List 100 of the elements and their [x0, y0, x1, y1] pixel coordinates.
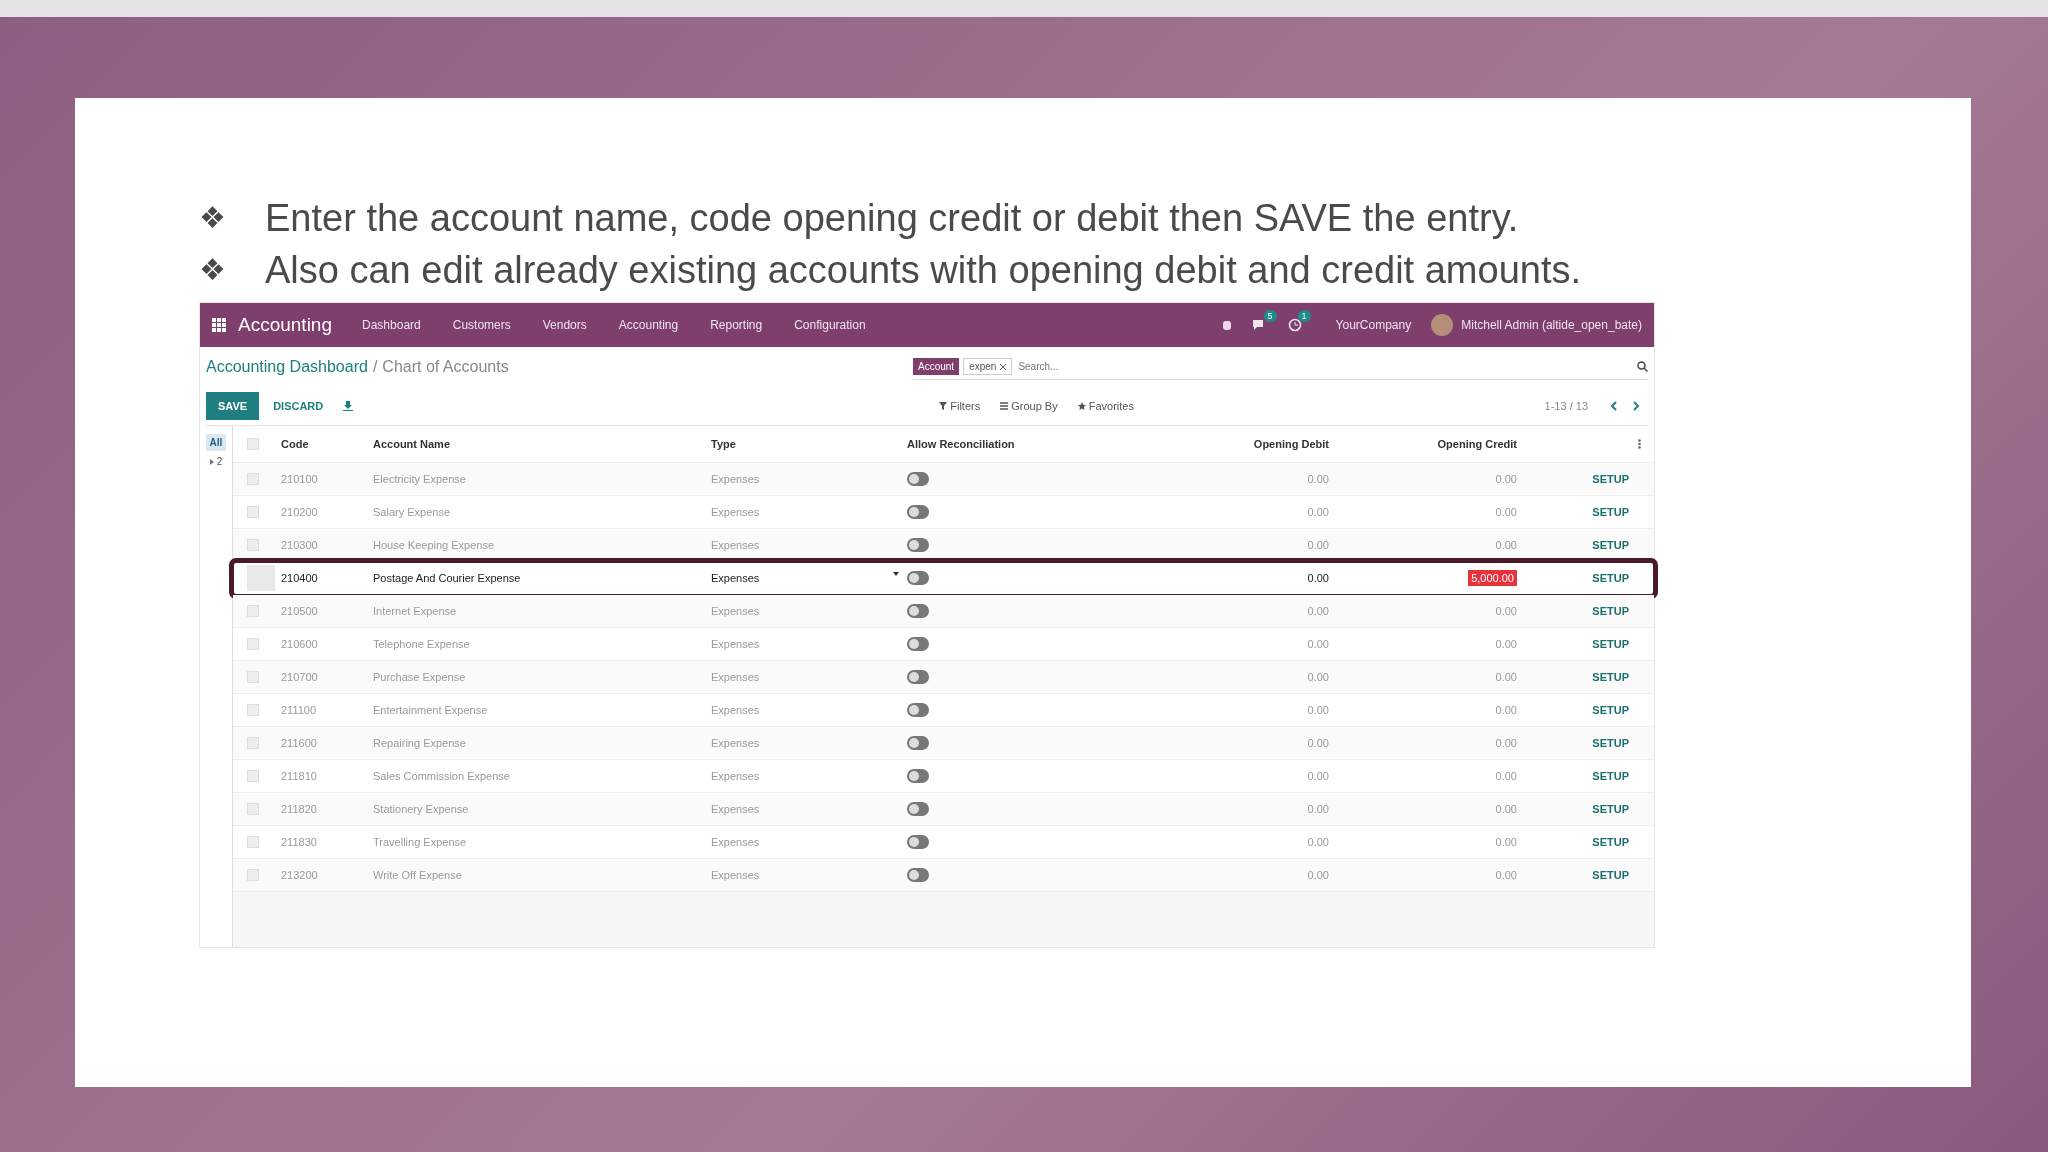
- debit-cell-text: 0.00: [1306, 572, 1329, 584]
- row-checkbox[interactable]: [247, 605, 259, 617]
- column-header[interactable]: Opening Credit: [1329, 438, 1517, 450]
- app-name[interactable]: Accounting: [238, 314, 332, 336]
- reconciliation-toggle[interactable]: [907, 703, 929, 717]
- table-row[interactable]: 211820 Stationery Expense Expenses 0.00 0.00 SETUP: [233, 793, 1654, 826]
- setup-button[interactable]: SETUP: [1592, 803, 1629, 815]
- setup-button[interactable]: SETUP: [1592, 737, 1629, 749]
- credit-cell: 0.00: [1495, 506, 1517, 518]
- setup-button[interactable]: SETUP: [1592, 539, 1629, 551]
- setup-button[interactable]: SETUP: [1592, 869, 1629, 881]
- reconciliation-toggle[interactable]: [907, 736, 929, 750]
- reconciliation-toggle[interactable]: [907, 571, 929, 585]
- credit-cell: 0.00: [1495, 671, 1517, 683]
- credit-cell: 0.00: [1495, 539, 1517, 551]
- setup-button[interactable]: SETUP: [1592, 605, 1629, 617]
- reconciliation-toggle[interactable]: [907, 802, 929, 816]
- row-checkbox[interactable]: [247, 836, 259, 848]
- column-header[interactable]: Opening Debit: [1207, 438, 1329, 450]
- clock-icon[interactable]: [1287, 318, 1302, 332]
- row-checkbox[interactable]: [247, 638, 259, 650]
- reconciliation-toggle[interactable]: [907, 505, 929, 519]
- code-cell-text: 210400: [281, 572, 319, 584]
- reconciliation-toggle[interactable]: [907, 604, 929, 618]
- reconciliation-toggle[interactable]: [907, 637, 929, 651]
- table-row[interactable]: 210200 Salary Expense Expenses 0.00 0.00 SETUP: [233, 496, 1654, 529]
- row-checkbox[interactable]: [247, 671, 259, 683]
- user-name[interactable]: Mitchell Admin (altide_open_bate): [1461, 318, 1642, 332]
- table-row[interactable]: 210500 Internet Expense Expenses 0.00 0.00 SETUP: [233, 595, 1654, 628]
- row-checkbox[interactable]: [247, 506, 259, 518]
- side-panel-item[interactable]: All: [205, 434, 227, 451]
- setup-button[interactable]: SETUP: [1592, 671, 1629, 683]
- setup-button[interactable]: SETUP: [1592, 572, 1629, 584]
- reconciliation-toggle[interactable]: [907, 670, 929, 684]
- menu-item[interactable]: Configuration: [794, 318, 866, 332]
- type-cell: Expenses: [711, 605, 760, 617]
- table-row[interactable]: 210600 Telephone Expense Expenses 0.00 0.00 SETUP: [233, 628, 1654, 661]
- save-button[interactable]: SAVE: [206, 392, 260, 420]
- table-row[interactable]: 211830 Travelling Expense Expenses 0.00 0.00 SETUP: [233, 826, 1654, 859]
- account-name-cell-text: Repairing Expense: [373, 737, 467, 749]
- setup-button[interactable]: SETUP: [1592, 506, 1629, 518]
- code-cell-text: 210200: [281, 506, 319, 518]
- row-checkbox[interactable]: [247, 803, 259, 815]
- row-checkbox[interactable]: [247, 704, 259, 716]
- account-name-cell-text: Sales Commission Expense: [373, 770, 511, 782]
- facet-value[interactable]: expen: [963, 358, 1013, 375]
- type-cell: Expenses: [711, 638, 760, 650]
- table-row[interactable]: 210100 Electricity Expense Expenses 0.00 0.00 SETUP: [233, 463, 1654, 496]
- account-name-cell-text: Internet Expense: [373, 605, 458, 617]
- column-header[interactable]: Account Name: [373, 438, 711, 450]
- activity-count-badge: 1: [1297, 310, 1311, 322]
- dropdown-caret-icon[interactable]: [893, 572, 899, 576]
- row-checkbox[interactable]: [247, 869, 259, 881]
- filter-button[interactable]: Group By: [1000, 400, 1058, 412]
- chevron-right-icon: [1633, 401, 1640, 411]
- table-row[interactable]: 213200 Write Off Expense Expenses 0.00 0.00 SETUP: [233, 859, 1654, 892]
- reconciliation-toggle[interactable]: [907, 472, 929, 486]
- column-header[interactable]: Code: [281, 438, 373, 450]
- row-checkbox[interactable]: [247, 539, 259, 551]
- download-icon[interactable]: [343, 401, 354, 411]
- setup-button[interactable]: SETUP: [1592, 473, 1629, 485]
- reconciliation-toggle[interactable]: [907, 835, 929, 849]
- close-icon[interactable]: [1000, 363, 1007, 370]
- column-options-icon[interactable]: [1638, 439, 1641, 449]
- company-name[interactable]: YourCompany: [1335, 318, 1412, 332]
- reconciliation-toggle[interactable]: [907, 868, 929, 882]
- select-all-checkbox[interactable]: [247, 438, 259, 450]
- column-header[interactable]: Allow Reconciliation: [907, 438, 1207, 450]
- menu-item[interactable]: Dashboard: [362, 318, 421, 332]
- row-checkbox[interactable]: [247, 473, 259, 485]
- filter-button[interactable]: Filters: [939, 400, 981, 412]
- credit-cell: 0.00: [1495, 605, 1517, 617]
- reconciliation-toggle[interactable]: [907, 538, 929, 552]
- column-header[interactable]: Type: [711, 438, 907, 450]
- table-row[interactable]: 210700 Purchase Expense Expenses 0.00 0.00 SETUP: [233, 661, 1654, 694]
- filter-button[interactable]: Favorites: [1077, 400, 1134, 412]
- menu-item[interactable]: Accounting: [618, 318, 679, 332]
- search-field[interactable]: Account expen Search...: [913, 354, 1648, 380]
- menu-item[interactable]: Vendors: [542, 318, 587, 332]
- row-checkbox[interactable]: [247, 770, 259, 782]
- row-checkbox[interactable]: [247, 737, 259, 749]
- breadcrumb-link[interactable]: Accounting Dashboard: [206, 358, 368, 376]
- side-panel-item[interactable]: 2: [205, 453, 227, 470]
- credit-cell: 0.00: [1495, 836, 1517, 848]
- search-icon[interactable]: [1637, 361, 1648, 372]
- user-avatar[interactable]: [1431, 314, 1454, 336]
- table-row[interactable]: 211100 Entertainment Expense Expenses 0.00 0.00 SETUP: [233, 694, 1654, 727]
- table-row[interactable]: 211600 Repairing Expense Expenses 0.00 0.00 SETUP: [233, 727, 1654, 760]
- credit-input[interactable]: 5,000.00: [1468, 570, 1517, 586]
- menu-item[interactable]: Customers: [452, 318, 511, 332]
- type-cell: Expenses: [711, 539, 760, 551]
- discard-button[interactable]: DISCARD: [267, 399, 330, 413]
- menu-item[interactable]: Reporting: [710, 318, 763, 332]
- setup-button[interactable]: SETUP: [1592, 836, 1629, 848]
- setup-button[interactable]: SETUP: [1592, 770, 1629, 782]
- apps-grid-icon[interactable]: [212, 318, 226, 332]
- setup-button[interactable]: SETUP: [1592, 638, 1629, 650]
- table-row[interactable]: 211810 Sales Commission Expense Expenses 0.00 0.00 SETUP: [233, 760, 1654, 793]
- reconciliation-toggle[interactable]: [907, 769, 929, 783]
- setup-button[interactable]: SETUP: [1592, 704, 1629, 716]
